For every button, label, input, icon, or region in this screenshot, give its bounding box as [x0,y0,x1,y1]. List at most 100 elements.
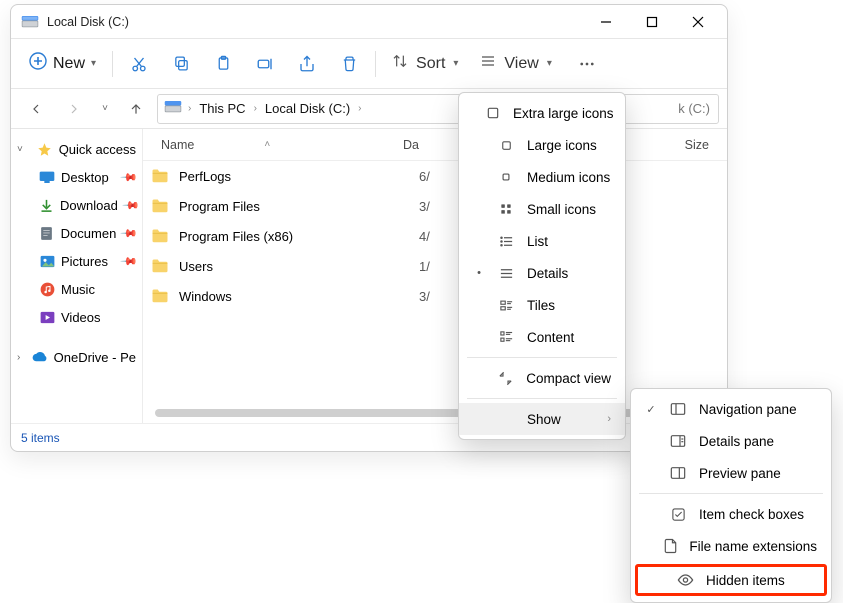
sidebar-onedrive[interactable]: › OneDrive - Pe [11,343,142,371]
pin-icon: 📌 [120,252,139,271]
checkbox-icon [669,505,687,523]
pictures-icon [39,253,55,269]
share-button[interactable] [287,46,327,82]
column-name[interactable]: Name˄ [143,138,403,152]
tiles-icon [497,296,515,314]
file-row[interactable]: Windows3/ [143,281,727,311]
menu-list[interactable]: List [459,225,625,257]
chevron-right-icon: › [254,103,257,114]
list-pane: Name˄ Da Size PerfLogs6/ Program Files3/… [143,129,727,423]
document-icon [39,225,55,241]
sort-icon [392,53,408,74]
menu-navigation-pane[interactable]: ✓Navigation pane [631,393,831,425]
lg-icons-icon [497,136,515,154]
sidebar-label: Music [61,282,95,297]
separator [375,51,376,77]
sidebar-label: Download [60,198,118,213]
folder-icon [151,228,171,244]
menu-small-icons[interactable]: Small icons [459,193,625,225]
maximize-button[interactable] [629,6,675,38]
column-date[interactable]: Da [403,138,463,152]
menu-details[interactable]: •Details [459,257,625,289]
menu-file-extensions[interactable]: File name extensions [631,530,831,562]
cut-button[interactable] [119,46,159,82]
back-button[interactable] [19,92,53,126]
menu-separator [467,398,617,399]
check-icon: ✓ [645,403,657,416]
sort-label: Sort [416,55,445,73]
pin-icon: 📌 [121,196,140,215]
sidebar-item-documents[interactable]: Documen 📌 [11,219,142,247]
file-row[interactable]: Program Files3/ [143,191,727,221]
sidebar-label: Pictures [61,254,108,269]
column-size[interactable]: Size [685,138,727,152]
window-controls [583,6,721,38]
more-button[interactable] [564,46,610,82]
folder-icon [151,198,171,214]
menu-extra-large-icons[interactable]: Extra large icons [459,97,625,129]
status-text: 5 items [21,431,60,445]
new-button[interactable]: New ▾ [19,46,106,82]
sort-button[interactable]: Sort ▾ [382,46,468,82]
chevron-right-icon: › [358,103,361,114]
menu-preview-pane[interactable]: Preview pane [631,457,831,489]
view-menu: Extra large icons Large icons Medium ico… [458,92,626,440]
compact-icon [497,369,515,387]
download-icon [39,197,54,213]
menu-show[interactable]: Show› [459,403,625,435]
content-icon [497,328,515,346]
nav-pane-icon [669,400,687,418]
sidebar: ˅ Quick access Desktop 📌 Download 📌 Docu… [11,129,143,423]
eye-icon [676,571,694,589]
paste-button[interactable] [203,46,243,82]
pin-icon: 📌 [120,168,139,187]
file-row[interactable]: PerfLogs6/ [143,161,727,191]
sidebar-label: Videos [61,310,101,325]
sidebar-item-downloads[interactable]: Download 📌 [11,191,142,219]
chevron-right-icon: › [188,103,191,114]
file-icon [664,537,677,555]
chevron-down-icon: ˅ [17,144,31,155]
delete-button[interactable] [329,46,369,82]
show-submenu: ✓Navigation pane Details pane Preview pa… [630,388,832,603]
sidebar-item-desktop[interactable]: Desktop 📌 [11,163,142,191]
menu-hidden-items[interactable]: Hidden items [635,564,827,596]
menu-large-icons[interactable]: Large icons [459,129,625,161]
close-button[interactable] [675,6,721,38]
music-icon [39,281,55,297]
sidebar-item-music[interactable]: Music [11,275,142,303]
menu-separator [639,493,823,494]
column-headers: Name˄ Da Size [143,129,727,161]
view-button[interactable]: View ▾ [470,46,561,82]
minimize-button[interactable] [583,6,629,38]
details-icon [497,264,515,282]
menu-separator [467,357,617,358]
up-button[interactable] [119,92,153,126]
md-icons-icon [497,168,515,186]
file-row[interactable]: Users1/ [143,251,727,281]
details-pane-icon [669,432,687,450]
recent-button[interactable]: ˅ [95,92,115,126]
window-title: Local Disk (C:) [47,15,129,29]
menu-medium-icons[interactable]: Medium icons [459,161,625,193]
rename-button[interactable] [245,46,285,82]
sidebar-label: Quick access [59,142,136,157]
breadcrumb-current[interactable]: Local Disk (C:) [263,101,352,116]
menu-content[interactable]: Content [459,321,625,353]
sidebar-quick-access[interactable]: ˅ Quick access [11,135,142,163]
plus-icon [29,52,47,75]
menu-tiles[interactable]: Tiles [459,289,625,321]
menu-item-checkboxes[interactable]: Item check boxes [631,498,831,530]
folder-icon [151,288,171,304]
sidebar-item-videos[interactable]: Videos [11,303,142,331]
bullet-icon: • [473,267,485,279]
menu-details-pane[interactable]: Details pane [631,425,831,457]
file-row[interactable]: Program Files (x86)4/ [143,221,727,251]
forward-button[interactable] [57,92,91,126]
breadcrumb-root[interactable]: This PC [197,101,247,116]
copy-button[interactable] [161,46,201,82]
sidebar-item-pictures[interactable]: Pictures 📌 [11,247,142,275]
menu-compact-view[interactable]: Compact view [459,362,625,394]
preview-pane-icon [669,464,687,482]
search-text: k (C:) [678,101,710,116]
